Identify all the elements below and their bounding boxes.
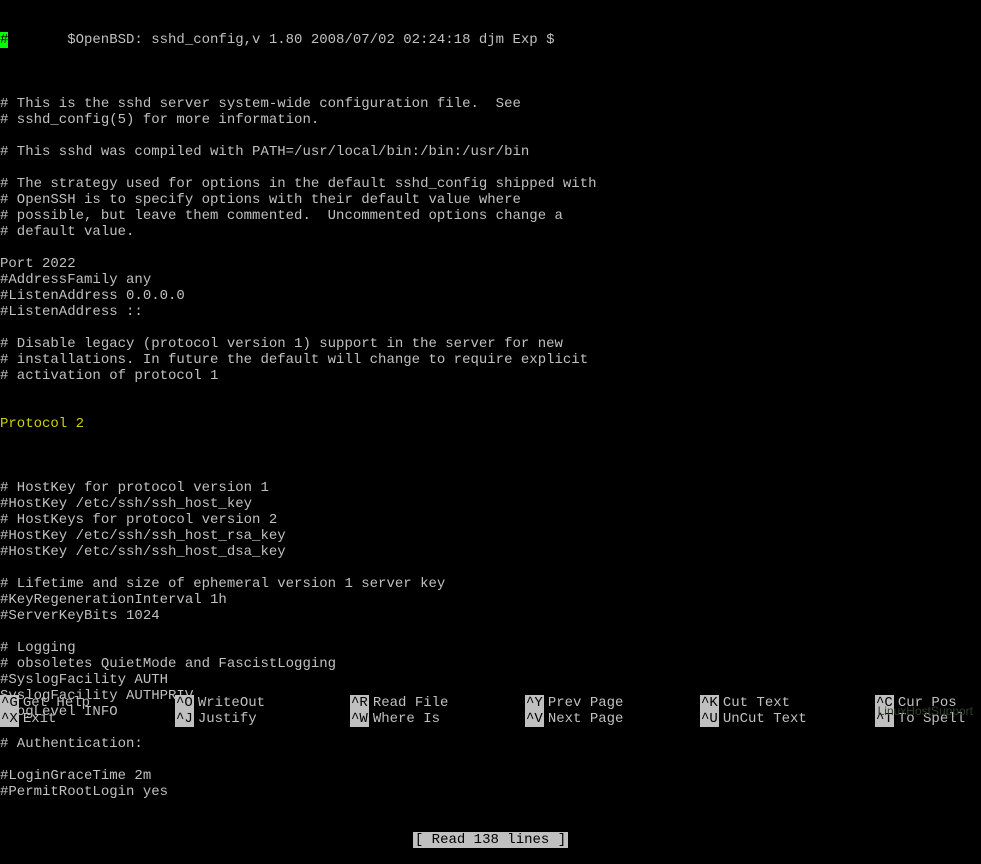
config-line: #HostKey /etc/ssh/ssh_host_key [0, 496, 981, 512]
config-line: # Logging [0, 640, 981, 656]
config-line: #HostKey /etc/ssh/ssh_host_dsa_key [0, 544, 981, 560]
shortcut-key: ^K [700, 695, 719, 711]
shortcut-label: Cur Pos [898, 695, 957, 711]
shortcut-key: ^G [0, 695, 19, 711]
shortcut-row-2: ^X Exit^J Justify^W Where Is^V Next Page… [0, 711, 981, 727]
shortcut-prev-page[interactable]: ^Y Prev Page [525, 695, 700, 711]
config-line: #LoginGraceTime 2m [0, 768, 981, 784]
shortcut-key: ^V [525, 711, 544, 727]
shortcut-key: ^C [875, 695, 894, 711]
shortcut-label: Prev Page [548, 695, 624, 711]
config-line: # installations. In future the default w… [0, 352, 981, 368]
shortcut-key: ^R [350, 695, 369, 711]
shortcut-key: ^W [350, 711, 369, 727]
config-line: #ListenAddress :: [0, 304, 981, 320]
config-line: # Authentication: [0, 736, 981, 752]
config-line: Port 2022 [0, 256, 981, 272]
shortcut-exit[interactable]: ^X Exit [0, 711, 175, 727]
config-line [0, 752, 981, 768]
config-line: # obsoletes QuietMode and FascistLogging [0, 656, 981, 672]
config-line: #ServerKeyBits 1024 [0, 608, 981, 624]
config-line [0, 128, 981, 144]
config-line [0, 80, 981, 96]
config-line: # activation of protocol 1 [0, 368, 981, 384]
shortcut-label: UnCut Text [723, 711, 807, 727]
shortcut-bar: ^G Get Help^O WriteOut^R Read File^Y Pre… [0, 695, 981, 727]
status-text: [ Read 138 lines ] [413, 832, 568, 848]
shortcut-label: Read File [373, 695, 449, 711]
config-line: #PermitRootLogin yes [0, 784, 981, 800]
shortcut-key: ^J [175, 711, 194, 727]
shortcut-label: To Spell [898, 711, 965, 727]
shortcut-label: Justify [198, 711, 257, 727]
config-line: # Lifetime and size of ephemeral version… [0, 576, 981, 592]
config-line: # Disable legacy (protocol version 1) su… [0, 336, 981, 352]
highlighted-config-line: Protocol 2 [0, 416, 981, 432]
shortcut-next-page[interactable]: ^V Next Page [525, 711, 700, 727]
shortcut-label: Cut Text [723, 695, 790, 711]
shortcut-label: WriteOut [198, 695, 265, 711]
shortcut-key: ^X [0, 711, 19, 727]
config-line [0, 464, 981, 480]
config-line: #KeyRegenerationInterval 1h [0, 592, 981, 608]
shortcut-key: ^U [700, 711, 719, 727]
config-line: # possible, but leave them commented. Un… [0, 208, 981, 224]
config-line: # HostKeys for protocol version 2 [0, 512, 981, 528]
shortcut-read-file[interactable]: ^R Read File [350, 695, 525, 711]
editor-area[interactable]: # $OpenBSD: sshd_config,v 1.80 2008/07/0… [0, 0, 981, 864]
config-line: # HostKey for protocol version 1 [0, 480, 981, 496]
config-line: # This sshd was compiled with PATH=/usr/… [0, 144, 981, 160]
shortcut-cut-text[interactable]: ^K Cut Text [700, 695, 875, 711]
shortcut-label: Where Is [373, 711, 440, 727]
shortcut-justify[interactable]: ^J Justify [175, 711, 350, 727]
config-line: #AddressFamily any [0, 272, 981, 288]
config-line [0, 320, 981, 336]
config-line: #SyslogFacility AUTH [0, 672, 981, 688]
config-line [0, 560, 981, 576]
config-line [0, 240, 981, 256]
config-line: #HostKey /etc/ssh/ssh_host_rsa_key [0, 528, 981, 544]
status-line: [ Read 138 lines ] [0, 832, 981, 848]
shortcut-uncut-text[interactable]: ^U UnCut Text [700, 711, 875, 727]
shortcut-cur-pos[interactable]: ^C Cur Pos [875, 695, 957, 711]
config-line: # OpenSSH is to specify options with the… [0, 192, 981, 208]
config-line: # default value. [0, 224, 981, 240]
shortcut-writeout[interactable]: ^O WriteOut [175, 695, 350, 711]
shortcut-key: ^Y [525, 695, 544, 711]
file-header-line: # $OpenBSD: sshd_config,v 1.80 2008/07/0… [0, 32, 981, 48]
config-line: # This is the sshd server system-wide co… [0, 96, 981, 112]
shortcut-row-1: ^G Get Help^O WriteOut^R Read File^Y Pre… [0, 695, 981, 711]
shortcut-get-help[interactable]: ^G Get Help [0, 695, 175, 711]
header-text: $OpenBSD: sshd_config,v 1.80 2008/07/02 … [8, 32, 554, 48]
shortcut-where-is[interactable]: ^W Where Is [350, 711, 525, 727]
shortcut-label: Next Page [548, 711, 624, 727]
shortcut-key: ^T [875, 711, 894, 727]
config-line: # sshd_config(5) for more information. [0, 112, 981, 128]
config-line: #ListenAddress 0.0.0.0 [0, 288, 981, 304]
config-line: # The strategy used for options in the d… [0, 176, 981, 192]
shortcut-label: Get Help [23, 695, 90, 711]
config-line [0, 624, 981, 640]
shortcut-label: Exit [23, 711, 57, 727]
config-line [0, 160, 981, 176]
shortcut-key: ^O [175, 695, 194, 711]
shortcut-to-spell[interactable]: ^T To Spell [875, 711, 965, 727]
